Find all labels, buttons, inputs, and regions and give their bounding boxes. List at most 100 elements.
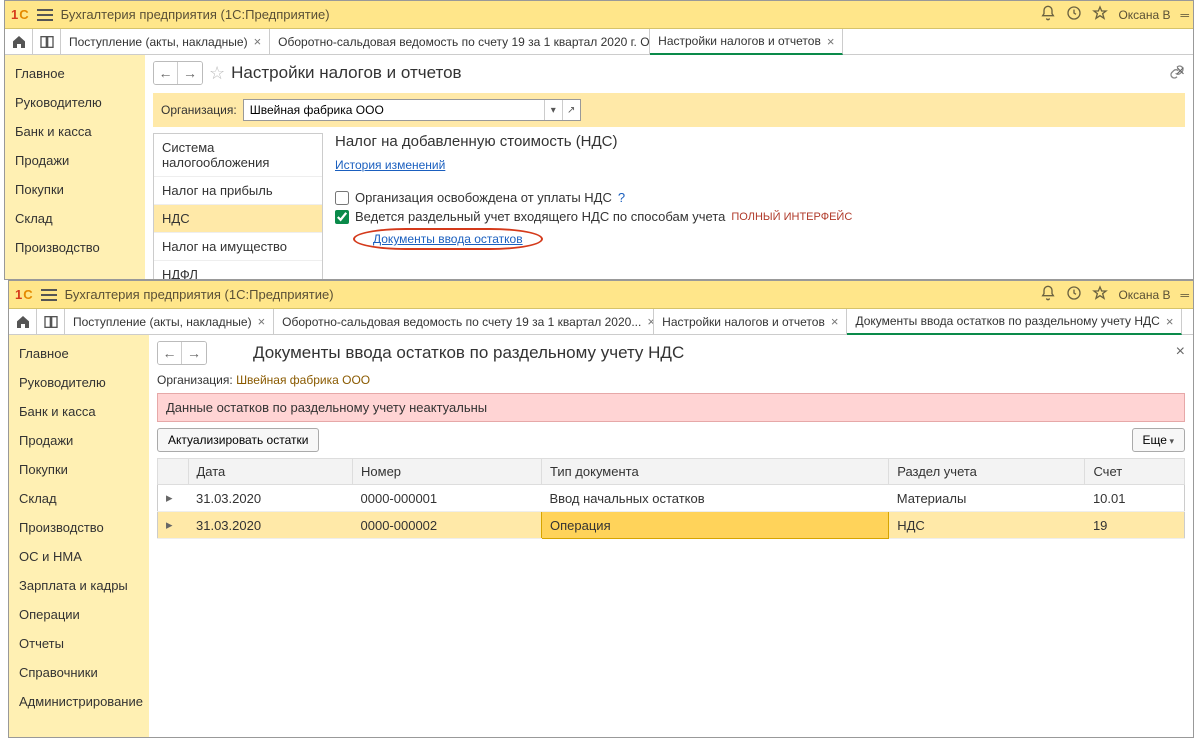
tab-remains-docs[interactable]: Документы ввода остатков по раздельному … [847, 309, 1182, 335]
back-button[interactable]: ← [154, 62, 178, 84]
col-number[interactable]: Номер [353, 459, 542, 485]
settings-nav-tax-system[interactable]: Система налогообложения [154, 134, 322, 177]
sidebar-item-bank[interactable]: Банк и касса [9, 397, 149, 426]
sidebar: Главное Руководителю Банк и касса Продаж… [5, 55, 145, 279]
home-button[interactable] [9, 309, 37, 334]
app-title: Бухгалтерия предприятия (1С:Предприятие) [65, 287, 334, 302]
sidebar: Главное Руководителю Банк и касса Продаж… [9, 335, 149, 737]
table-row[interactable]: ▸ 31.03.2020 0000-000002 Операция НДС 19 [158, 512, 1185, 539]
sidebar-item-warehouse[interactable]: Склад [5, 204, 145, 233]
sidebar-item-os-nma[interactable]: ОС и НМА [9, 542, 149, 571]
checkbox-separate[interactable] [335, 210, 349, 224]
sidebar-item-reports[interactable]: Отчеты [9, 629, 149, 658]
page-title: Настройки налогов и отчетов [231, 63, 461, 83]
close-icon[interactable]: × [254, 34, 262, 49]
panel-title: Налог на добавленную стоимость (НДС) [335, 133, 1173, 150]
org-value-link[interactable]: Швейная фабрика ООО [236, 373, 370, 387]
tab-receipts[interactable]: Поступление (акты, накладные)× [61, 29, 270, 54]
close-icon[interactable]: × [1166, 314, 1174, 329]
app-title: Бухгалтерия предприятия (1С:Предприятие) [61, 7, 330, 22]
home-button[interactable] [5, 29, 33, 54]
close-icon[interactable]: × [831, 314, 839, 329]
history-icon[interactable] [1066, 285, 1082, 304]
documents-remains-link[interactable]: Документы ввода остатков [373, 232, 523, 246]
equals-icon[interactable]: ═ [1180, 8, 1187, 22]
tab-tax-settings[interactable]: Настройки налогов и отчетов× [650, 29, 843, 55]
username[interactable]: Оксана В [1118, 288, 1170, 302]
sidebar-item-purchases[interactable]: Покупки [9, 455, 149, 484]
documents-remains-link-highlight: Документы ввода остатков [353, 228, 543, 250]
sidebar-item-warehouse[interactable]: Склад [9, 484, 149, 513]
tab-osv[interactable]: Оборотно-сальдовая ведомость по счету 19… [274, 309, 654, 334]
sidebar-item-production[interactable]: Производство [5, 233, 145, 262]
sidebar-item-main[interactable]: Главное [5, 59, 145, 88]
table-row[interactable]: ▸ 31.03.2020 0000-000001 Ввод начальных … [158, 485, 1185, 512]
checkbox-exempt[interactable] [335, 191, 349, 205]
help-icon[interactable]: ? [618, 190, 625, 205]
back-button[interactable]: ← [158, 342, 182, 364]
nav-arrows: ← → [157, 341, 207, 365]
logo-1c: 1С [15, 287, 33, 302]
sidebar-item-purchases[interactable]: Покупки [5, 175, 145, 204]
open-ref-icon[interactable]: ↗ [562, 100, 580, 120]
star-icon[interactable] [1092, 5, 1108, 24]
settings-nav: Система налогообложения Налог на прибыль… [153, 133, 323, 279]
sidebar-item-manager[interactable]: Руководителю [5, 88, 145, 117]
close-icon[interactable]: × [647, 314, 654, 329]
sidebar-item-sales[interactable]: Продажи [9, 426, 149, 455]
logo-1c: 1С [11, 7, 29, 22]
sidebar-item-operations[interactable]: Операции [9, 600, 149, 629]
history-icon[interactable] [1066, 5, 1082, 24]
sidebar-item-manager[interactable]: Руководителю [9, 368, 149, 397]
sidebar-item-sales[interactable]: Продажи [5, 146, 145, 175]
actualize-button[interactable]: Актуализировать остатки [157, 428, 319, 452]
forward-button[interactable]: → [178, 62, 202, 84]
more-button[interactable]: Еще [1132, 428, 1185, 452]
close-page-button[interactable]: × [1176, 63, 1185, 81]
menu-icon[interactable] [41, 289, 57, 301]
org-label: Организация: [157, 373, 233, 387]
history-link[interactable]: История изменений [335, 158, 445, 172]
favorite-star-icon[interactable]: ☆ [209, 63, 225, 84]
expand-icon[interactable]: ▸ [166, 517, 176, 533]
sidebar-item-main[interactable]: Главное [9, 339, 149, 368]
tab-tax-settings[interactable]: Настройки налогов и отчетов× [654, 309, 847, 334]
tab-osv[interactable]: Оборотно-сальдовая ведомость по счету 19… [270, 29, 650, 54]
sidebar-item-refs[interactable]: Справочники [9, 658, 149, 687]
nav-arrows: ← → [153, 61, 203, 85]
expand-icon[interactable]: ▸ [166, 490, 176, 506]
col-type[interactable]: Тип документа [542, 459, 889, 485]
warning-banner: Данные остатков по раздельному учету неа… [157, 393, 1185, 422]
username[interactable]: Оксана В [1118, 8, 1170, 22]
settings-nav-vat[interactable]: НДС [154, 205, 322, 233]
org-input[interactable] [244, 103, 544, 117]
forward-button[interactable]: → [182, 342, 206, 364]
org-label: Организация: [161, 103, 237, 117]
close-icon[interactable]: × [827, 34, 835, 49]
documents-table[interactable]: Дата Номер Тип документа Раздел учета Сч… [157, 458, 1185, 539]
checkbox-exempt-label: Организация освобождена от уплаты НДС [355, 190, 612, 205]
bell-icon[interactable] [1040, 5, 1056, 24]
bell-icon[interactable] [1040, 285, 1056, 304]
page-title: Документы ввода остатков по раздельному … [253, 343, 684, 363]
settings-nav-profit-tax[interactable]: Налог на прибыль [154, 177, 322, 205]
star-icon[interactable] [1092, 285, 1108, 304]
panes-button[interactable] [33, 29, 61, 54]
sidebar-item-production[interactable]: Производство [9, 513, 149, 542]
col-section[interactable]: Раздел учета [889, 459, 1085, 485]
close-page-button[interactable]: × [1176, 343, 1185, 361]
col-date[interactable]: Дата [188, 459, 353, 485]
dropdown-icon[interactable]: ▾ [544, 100, 562, 120]
menu-icon[interactable] [37, 9, 53, 21]
settings-nav-ndfl[interactable]: НДФЛ [154, 261, 322, 279]
org-select[interactable]: ▾ ↗ [243, 99, 581, 121]
tab-receipts[interactable]: Поступление (акты, накладные)× [65, 309, 274, 334]
col-account[interactable]: Счет [1085, 459, 1185, 485]
close-icon[interactable]: × [258, 314, 266, 329]
equals-icon[interactable]: ═ [1180, 288, 1187, 302]
panes-button[interactable] [37, 309, 65, 334]
sidebar-item-salary[interactable]: Зарплата и кадры [9, 571, 149, 600]
settings-nav-property-tax[interactable]: Налог на имущество [154, 233, 322, 261]
sidebar-item-bank[interactable]: Банк и касса [5, 117, 145, 146]
sidebar-item-admin[interactable]: Администрирование [9, 687, 149, 716]
